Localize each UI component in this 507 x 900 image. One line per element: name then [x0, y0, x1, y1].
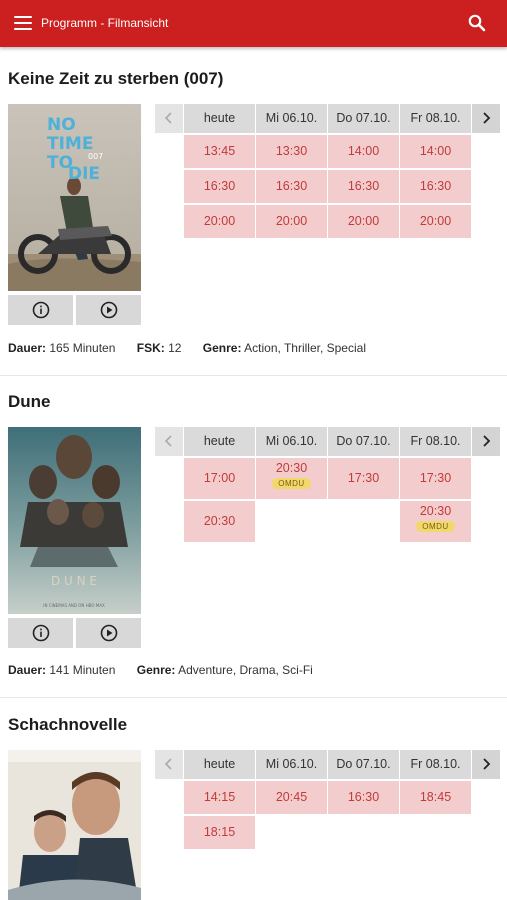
showtime-slot[interactable]: 20:00 [184, 205, 255, 238]
chevron-left-icon [164, 112, 172, 124]
poster-text: D U N E [51, 574, 97, 588]
showtime-slot[interactable]: 17:30 [328, 458, 399, 499]
divider [0, 375, 507, 376]
poster-text: IN CINEMAS AND ON HBO MAX [43, 603, 105, 608]
chevron-right-icon [483, 758, 491, 770]
poster-text: DIE [68, 164, 100, 184]
page-title: Programm - Filmansicht [41, 16, 169, 30]
movie-title: Schachnovelle [8, 715, 128, 734]
info-icon [32, 624, 50, 642]
showtime-slot[interactable]: 20:00 [256, 205, 327, 238]
poster-text: NO [47, 115, 76, 135]
showtime-slot[interactable]: 14:00 [400, 135, 471, 168]
search-icon[interactable] [467, 13, 487, 33]
showtime-slot[interactable]: 13:30 [256, 135, 327, 168]
prev-days-button[interactable] [155, 427, 183, 456]
showtime-slot[interactable]: 20:30 OMDU [400, 501, 471, 542]
movie-info: Dauer: 165 Minuten FSK: 12 Genre: Action… [8, 341, 366, 355]
showtime-slot[interactable]: 16:30 [184, 170, 255, 203]
next-days-button[interactable] [472, 427, 500, 456]
showtime-slot[interactable]: 16:30 [328, 170, 399, 203]
genre-value: Action, Thriller, Special [244, 341, 366, 355]
menu-icon[interactable] [14, 15, 32, 31]
showtime-slot[interactable]: 20:30 [184, 501, 255, 542]
showtime-slot[interactable]: 18:45 [400, 781, 471, 814]
showtime-slot[interactable]: 16:30 [256, 170, 327, 203]
movie-title: Keine Zeit zu sterben (007) [8, 69, 224, 88]
showtime-slot[interactable]: 20:00 [400, 205, 471, 238]
fsk-label: FSK: [136, 341, 165, 355]
movie-poster[interactable]: D U N E IN CINEMAS AND ON HBO MAX [8, 427, 141, 614]
chevron-left-icon [164, 435, 172, 447]
day-header[interactable]: heute [184, 427, 255, 456]
trailer-button[interactable] [76, 618, 141, 648]
duration-label: Dauer: [8, 341, 47, 355]
genre-value: Adventure, Drama, Sci-Fi [178, 663, 313, 677]
info-button[interactable] [8, 618, 73, 648]
omdu-badge: OMDU [272, 478, 311, 489]
showtime-slot[interactable]: 17:30 [400, 458, 471, 499]
info-button[interactable] [8, 295, 73, 325]
divider [0, 697, 507, 698]
duration-value: 165 Minuten [49, 341, 116, 355]
app-bar: Programm - Filmansicht [0, 0, 507, 47]
day-header[interactable]: Fr 08.10. [400, 750, 471, 779]
omdu-badge: OMDU [416, 521, 455, 532]
genre-label: Genre: [136, 663, 176, 677]
play-icon [100, 624, 118, 642]
showtime-slot[interactable]: 18:15 [184, 816, 255, 849]
prev-days-button[interactable] [155, 750, 183, 779]
duration-value: 141 Minuten [49, 663, 116, 677]
day-header[interactable]: Do 07.10. [328, 750, 399, 779]
day-header[interactable]: Mi 06.10. [256, 427, 327, 456]
poster-text: 007 [88, 152, 103, 161]
movie-poster[interactable] [8, 750, 141, 900]
movie-info: Dauer: 141 Minuten Genre: Adventure, Dra… [8, 663, 313, 677]
prev-days-button[interactable] [155, 104, 183, 133]
trailer-button[interactable] [76, 295, 141, 325]
showtime-slot[interactable]: 14:00 [328, 135, 399, 168]
day-header[interactable]: Fr 08.10. [400, 104, 471, 133]
showtime-slot[interactable]: 14:15 [184, 781, 255, 814]
showtime-slot[interactable]: 20:00 [328, 205, 399, 238]
day-header[interactable]: Mi 06.10. [256, 104, 327, 133]
showtime-slot[interactable]: 20:30 OMDU [256, 458, 327, 499]
showtime-time: 20:30 [275, 461, 308, 475]
duration-label: Dauer: [8, 663, 47, 677]
showtime-slot[interactable]: 16:30 [400, 170, 471, 203]
showtime-slot[interactable]: 13:45 [184, 135, 255, 168]
info-icon [32, 301, 50, 319]
movie-title: Dune [8, 392, 51, 411]
day-header[interactable]: heute [184, 104, 255, 133]
showtime-slot[interactable]: 16:30 [328, 781, 399, 814]
showtime-slot[interactable]: 20:45 [256, 781, 327, 814]
next-days-button[interactable] [472, 104, 500, 133]
next-days-button[interactable] [472, 750, 500, 779]
day-header[interactable]: heute [184, 750, 255, 779]
play-icon [100, 301, 118, 319]
movie-poster[interactable]: NO TIME TO DIE 007 [8, 104, 141, 291]
day-header[interactable]: Do 07.10. [328, 104, 399, 133]
fsk-value: 12 [168, 341, 182, 355]
day-header[interactable]: Fr 08.10. [400, 427, 471, 456]
showtime-slot[interactable]: 17:00 [184, 458, 255, 499]
day-header[interactable]: Mi 06.10. [256, 750, 327, 779]
chevron-right-icon [483, 435, 491, 447]
chevron-right-icon [483, 112, 491, 124]
genre-label: Genre: [202, 341, 242, 355]
poster-text: TIME [47, 134, 93, 154]
day-header[interactable]: Do 07.10. [328, 427, 399, 456]
showtime-time: 20:30 [419, 504, 452, 518]
chevron-left-icon [164, 758, 172, 770]
